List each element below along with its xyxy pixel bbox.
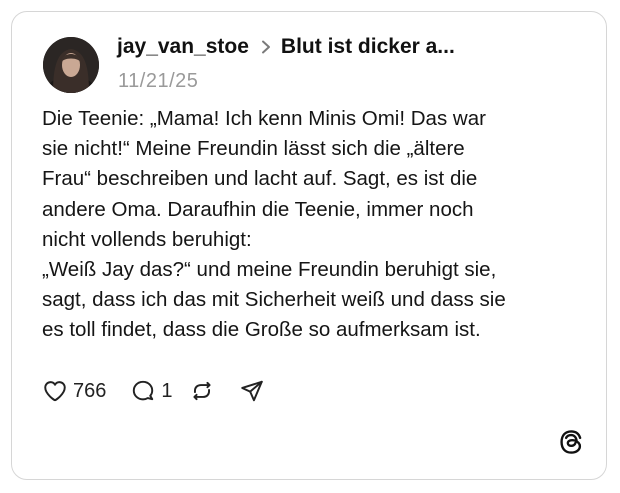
repost-icon	[192, 381, 211, 401]
action-bar: 766 1	[42, 374, 265, 408]
post-text: Die Teenie: „Mama! Ich kenn Minis Omi! D…	[42, 104, 582, 346]
reply-button[interactable]: 1	[130, 378, 173, 404]
chevron-right-icon	[261, 40, 270, 54]
topic-link[interactable]: Blut ist dicker a...	[281, 35, 455, 59]
send-icon	[240, 380, 263, 402]
post-text-line: sagt, dass ich das mit Sicherheit weiß u…	[42, 288, 506, 312]
post-text-line: es toll findet, dass die Große so aufmer…	[42, 318, 481, 342]
like-count: 766	[73, 379, 107, 402]
comment-icon	[133, 380, 154, 401]
share-button[interactable]	[239, 378, 265, 404]
avatar[interactable]	[43, 37, 99, 93]
post-text-line: nicht vollends beruhigt:	[42, 227, 252, 251]
threads-logo-icon	[560, 430, 582, 454]
post-card: jay_van_stoe Blut ist dicker a... 11/21/…	[11, 11, 607, 480]
reply-count: 1	[161, 379, 173, 402]
post-date: 11/21/25	[118, 70, 199, 92]
like-button[interactable]: 766	[42, 378, 106, 404]
post-text-line: „Weiß Jay das?“ und meine Freundin beruh…	[42, 258, 497, 282]
post-text-line: Die Teenie: „Mama! Ich kenn Minis Omi! D…	[42, 107, 486, 130]
post-text-line: Frau“ beschreiben und lacht auf. Sagt, e…	[42, 167, 478, 191]
post-text-line: andere Oma. Daraufhin die Teenie, immer …	[42, 197, 474, 221]
post-text-line: sie nicht!“ Meine Freundin lässt sich di…	[42, 137, 465, 161]
repost-button[interactable]	[189, 378, 215, 404]
username-link[interactable]: jay_van_stoe	[117, 35, 249, 59]
heart-icon	[44, 381, 66, 402]
post-header: jay_van_stoe Blut ist dicker a...	[117, 32, 455, 62]
